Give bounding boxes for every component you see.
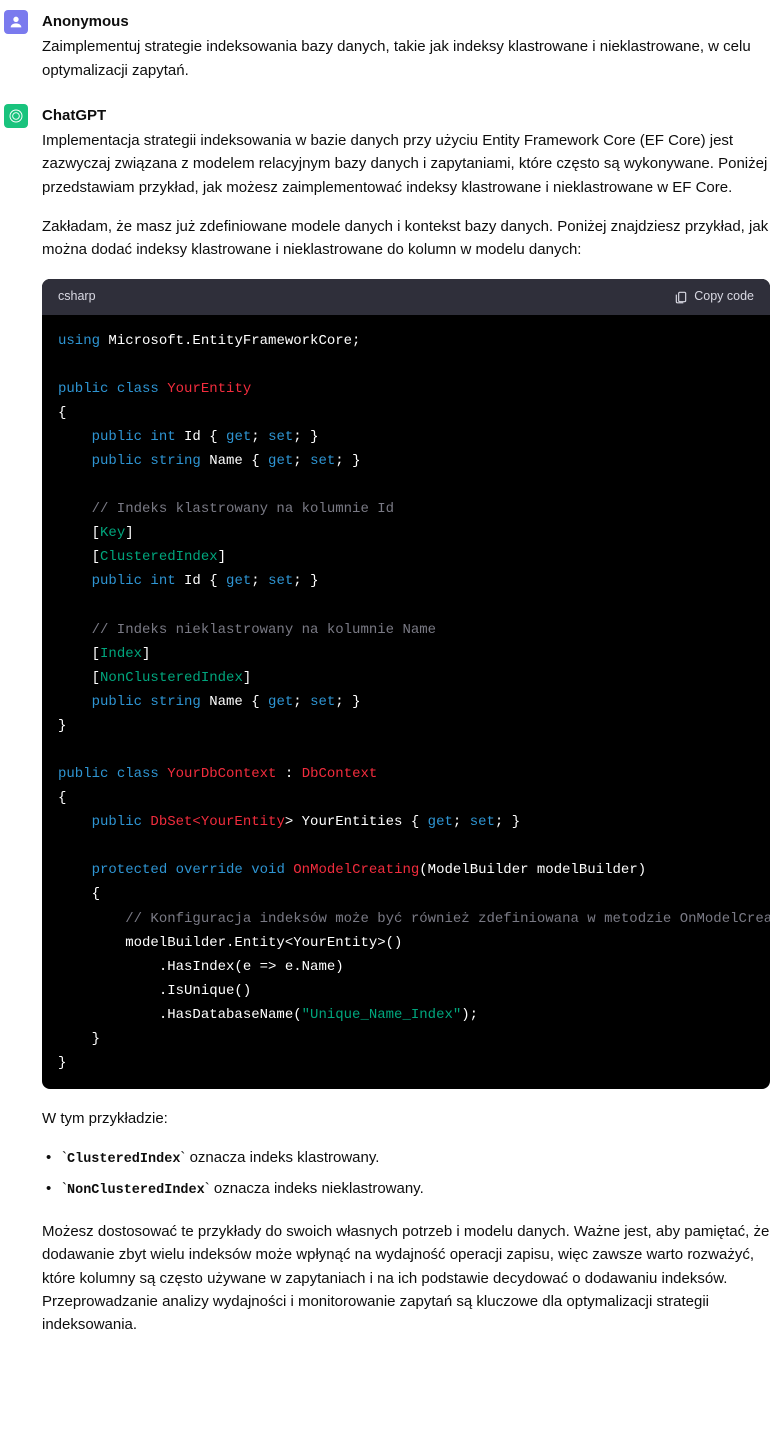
assistant-intro-2: Zakładam, że masz już zdefiniowane model… — [42, 215, 770, 262]
code-block: csharp Copy code using Microsoft.EntityF… — [42, 279, 770, 1089]
code-language: csharp — [58, 287, 96, 306]
user-avatar — [4, 10, 28, 34]
after-code-text: W tym przykładzie: — [42, 1107, 770, 1130]
outro-text: Możesz dostosować te przykłady do swoich… — [42, 1220, 770, 1336]
assistant-message: ChatGPT Implementacja strategii indeksow… — [4, 104, 770, 1337]
copy-code-label: Copy code — [694, 287, 754, 306]
code-header: csharp Copy code — [42, 279, 770, 314]
copy-code-button[interactable]: Copy code — [674, 287, 754, 306]
user-message: Anonymous Zaimplementuj strategie indeks… — [4, 10, 770, 82]
code-body[interactable]: using Microsoft.EntityFrameworkCore; pub… — [42, 315, 770, 1089]
assistant-content: ChatGPT Implementacja strategii indeksow… — [42, 104, 770, 1337]
list-item: `NonClusteredIndex` oznacza indeks niekl… — [46, 1177, 770, 1202]
openai-icon — [8, 108, 24, 124]
code-pre: using Microsoft.EntityFrameworkCore; pub… — [42, 329, 770, 1089]
user-text: Zaimplementuj strategie indeksowania baz… — [42, 35, 770, 82]
list-item: `ClusteredIndex` oznacza indeks klastrow… — [46, 1146, 770, 1171]
assistant-author: ChatGPT — [42, 104, 770, 127]
inline-code: NonClusteredIndex — [67, 1183, 205, 1198]
clipboard-icon — [674, 290, 688, 304]
bullet-list: `ClusteredIndex` oznacza indeks klastrow… — [42, 1146, 770, 1202]
user-author: Anonymous — [42, 10, 770, 33]
inline-code: ClusteredIndex — [67, 1152, 180, 1167]
user-content: Anonymous Zaimplementuj strategie indeks… — [42, 10, 770, 82]
assistant-intro-1: Implementacja strategii indeksowania w b… — [42, 129, 770, 199]
assistant-avatar — [4, 104, 28, 128]
person-icon — [8, 14, 24, 30]
